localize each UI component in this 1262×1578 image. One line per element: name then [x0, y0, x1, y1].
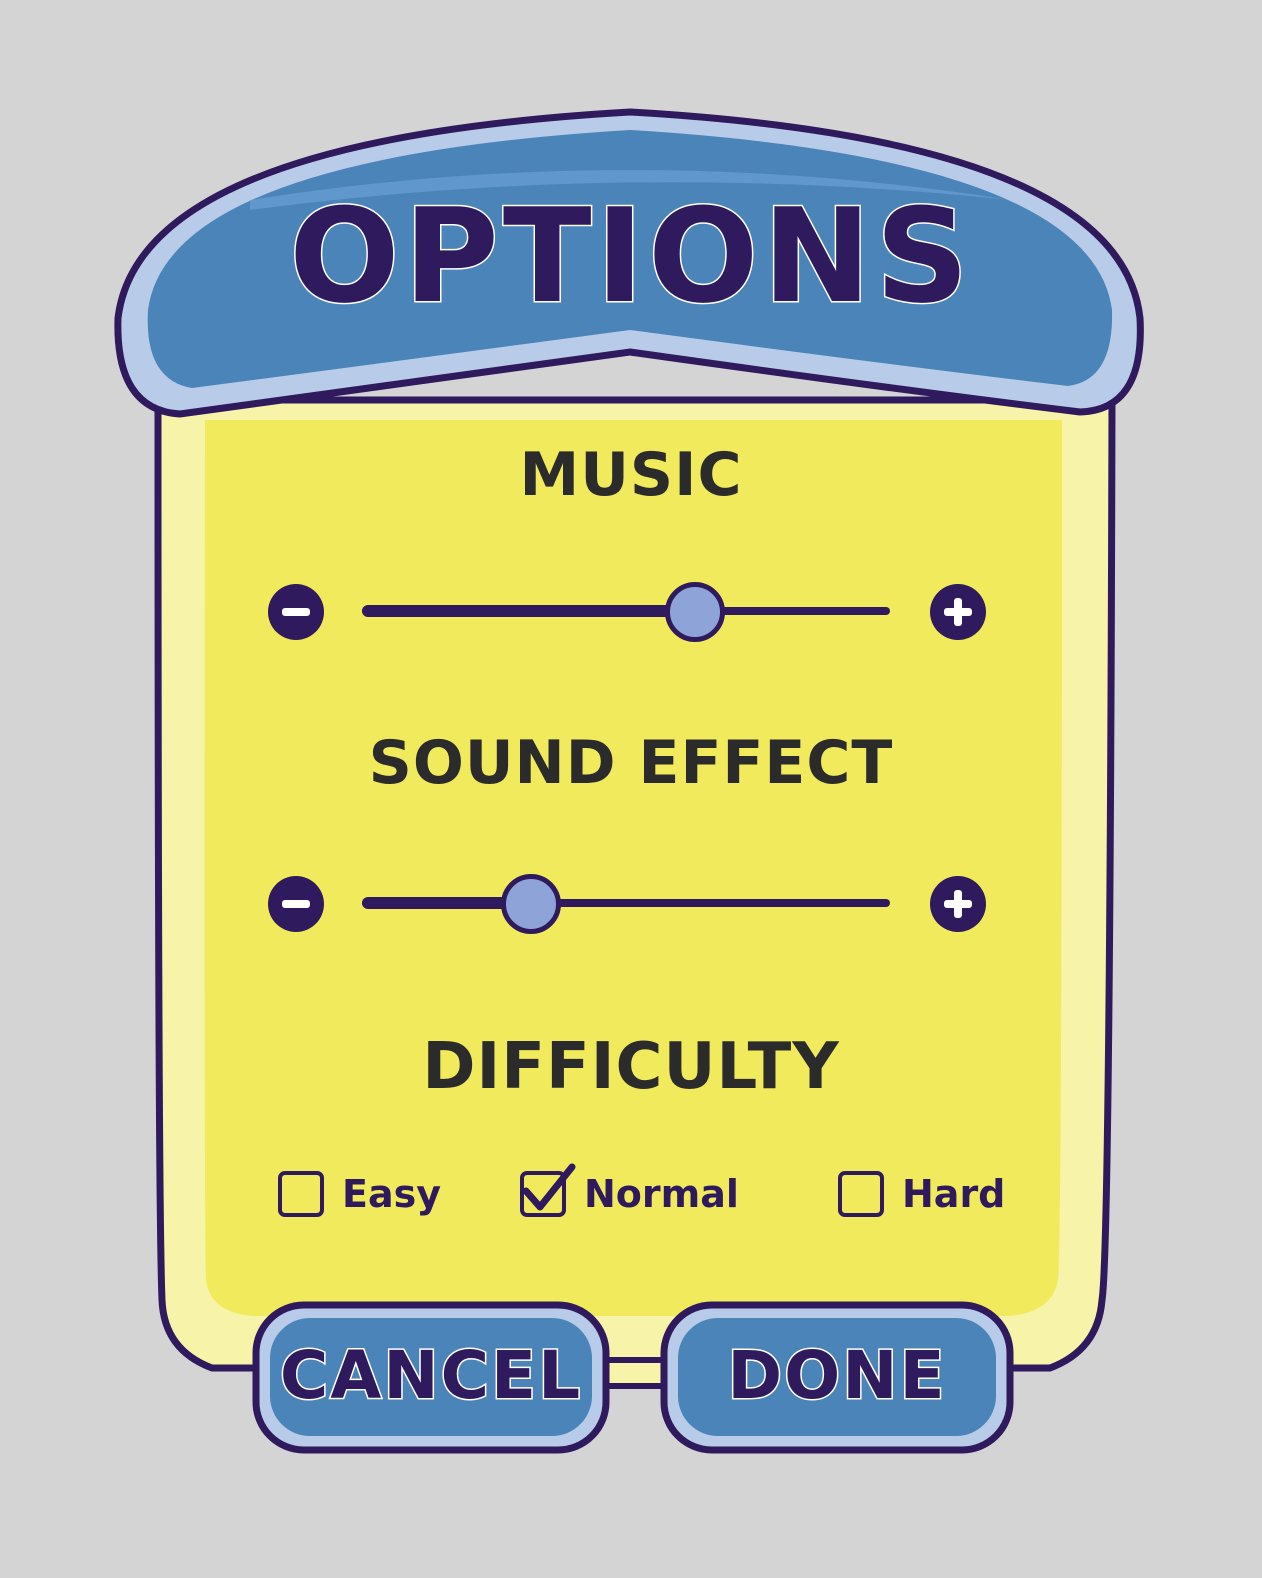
sound-effect-slider[interactable]: [362, 874, 890, 934]
music-slider-fill: [362, 605, 695, 617]
music-label: MUSIC: [519, 440, 743, 510]
sound-effect-slider-handle[interactable]: [500, 874, 561, 934]
difficulty-option-easy[interactable]: Easy: [278, 1168, 441, 1220]
hard-checkbox[interactable]: [838, 1171, 884, 1217]
music-increase-button[interactable]: [930, 584, 986, 640]
button-connector: [597, 1357, 667, 1389]
difficulty-option-hard[interactable]: Hard: [838, 1168, 1005, 1220]
difficulty-label: DIFFICULTY: [422, 1030, 840, 1104]
done-button-label: DONE: [726, 1335, 947, 1415]
sound-effect-label: SOUND EFFECT: [368, 728, 894, 798]
done-button[interactable]: DONE: [664, 1310, 1010, 1440]
music-slider[interactable]: [362, 582, 890, 642]
page-title: OPTIONS: [288, 179, 973, 334]
normal-checkbox[interactable]: [520, 1163, 576, 1217]
checkmark-icon: [522, 1163, 576, 1211]
easy-label: Easy: [342, 1172, 441, 1216]
difficulty-option-normal[interactable]: Normal: [520, 1163, 739, 1220]
easy-checkbox[interactable]: [278, 1171, 324, 1217]
minus-icon: [282, 608, 310, 616]
sound-effect-decrease-button[interactable]: [268, 876, 324, 932]
minus-icon: [282, 900, 310, 908]
music-slider-handle[interactable]: [664, 582, 725, 642]
cancel-button[interactable]: CANCEL: [256, 1310, 606, 1440]
cancel-button-label: CANCEL: [278, 1335, 583, 1415]
music-decrease-button[interactable]: [268, 584, 324, 640]
sound-effect-increase-button[interactable]: [930, 876, 986, 932]
hard-label: Hard: [902, 1172, 1006, 1216]
normal-label: Normal: [584, 1172, 739, 1216]
